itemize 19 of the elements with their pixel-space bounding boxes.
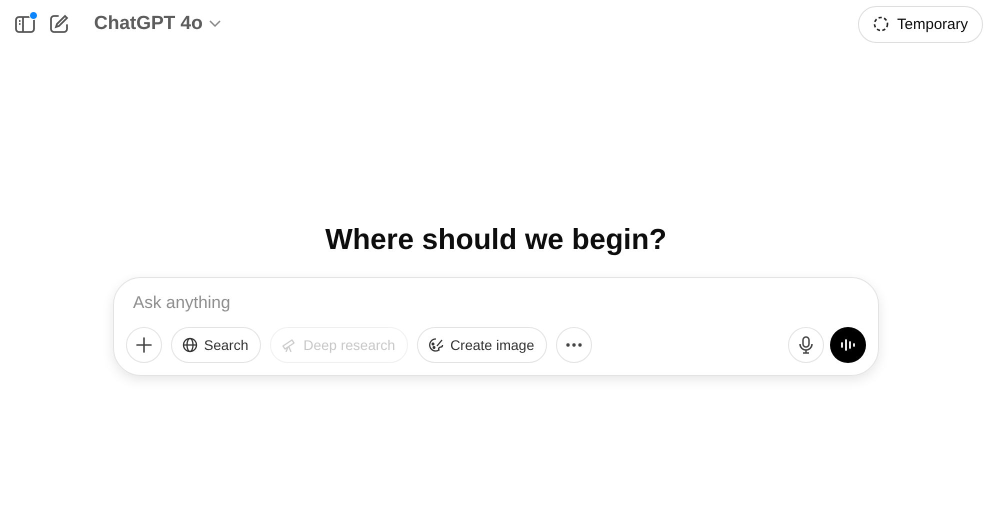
chevron-icon: [208, 20, 221, 28]
sidebar-icon: [14, 13, 36, 35]
add-button[interactable]: [126, 327, 162, 363]
telescope-icon: [281, 337, 298, 353]
globe-icon: [182, 337, 198, 353]
sound-wave-icon: [840, 338, 856, 352]
dashed-circle-icon: [873, 16, 890, 32]
model-selector[interactable]: ChatGPT 4o: [94, 13, 221, 35]
microphone-button[interactable]: [788, 327, 824, 363]
search-button[interactable]: Search: [171, 327, 262, 363]
voice-mode-button[interactable]: [830, 327, 866, 363]
more-icon: [565, 342, 584, 348]
microphone-icon: [799, 336, 813, 354]
create-image-button[interactable]: Create image: [417, 327, 548, 363]
plus-icon: [135, 336, 153, 354]
temporary-button[interactable]: Temporary: [858, 6, 983, 42]
page-heading: Where should we begin?: [325, 224, 667, 257]
edit-icon: [48, 13, 70, 35]
palette-icon: [428, 337, 444, 353]
